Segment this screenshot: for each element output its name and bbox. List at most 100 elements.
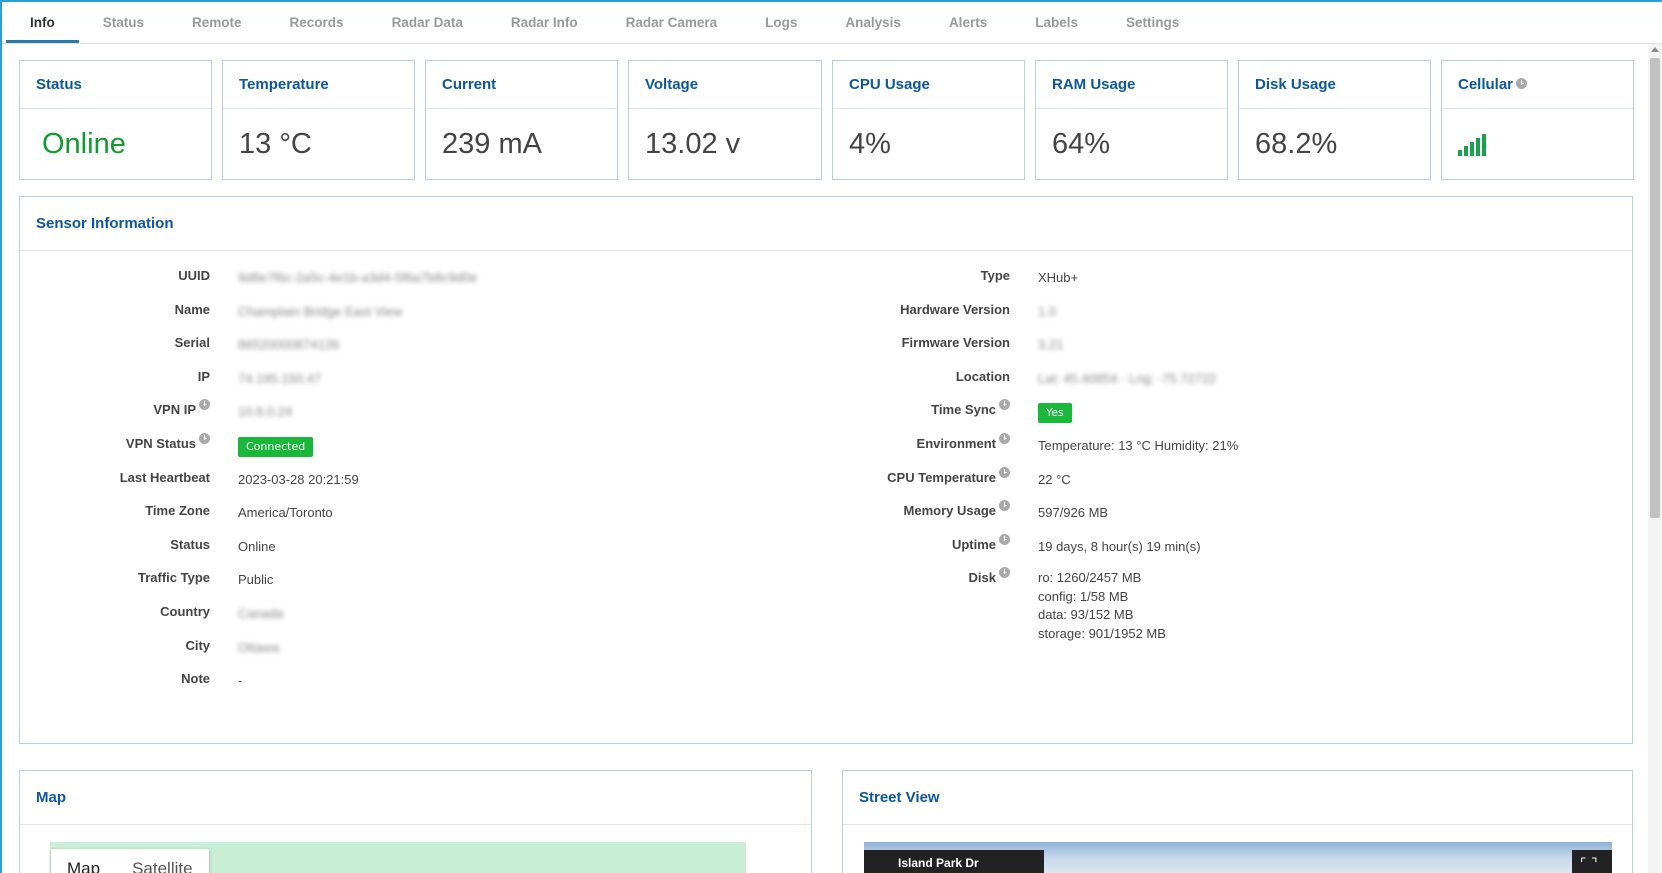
map-panel: Map Map Satellite [19, 770, 812, 873]
sensor-value: 10.8.0.24 [238, 404, 293, 420]
tab-records[interactable]: Records [266, 2, 368, 43]
sensor-row-note: Note - [20, 670, 760, 704]
sensor-row-uuid: UUID 9d8e7f6c-2a5c-4e1b-a3d4-5f6a7b8c9d0e [20, 267, 760, 301]
sensor-value: - [238, 673, 243, 689]
tab-analysis[interactable]: Analysis [821, 2, 925, 43]
sensor-value-wrap: 86520000874139 [238, 334, 339, 354]
sensor-label-wrap: Time Zone [20, 502, 210, 520]
disk-usage-list: ro: 1260/2457 MB config: 1/58 MB data: 93/… [1038, 569, 1166, 643]
sensor-row-ip: IP 74.195.150.47 [20, 368, 760, 402]
sensor-value: 19 days, 8 hour(s) 19 min(s) [1038, 538, 1201, 554]
sensor-row-city: City Ottawa [20, 637, 760, 671]
sensor-row-disk: Disk ro: 1260/2457 MB config: 1/58 MB data:… [820, 567, 1620, 643]
info-icon[interactable] [999, 466, 1010, 478]
card-status-title: Status [20, 61, 211, 109]
card-ram-usage-title: RAM Usage [1036, 61, 1227, 109]
fullscreen-icon[interactable] [1572, 850, 1612, 873]
sensor-value-wrap: Lat: 45.40854 - Lng: -75.72722 [1038, 368, 1217, 388]
scroll-up-arrow[interactable] [1651, 47, 1659, 52]
signal-bar [1464, 146, 1468, 156]
disk-usage-line: ro: 1260/2457 MB [1038, 570, 1142, 586]
card-temperature-title: Temperature [223, 61, 414, 109]
sensor-label: Uptime [951, 536, 996, 552]
sensor-value-wrap: 2023-03-28 20:21:59 [238, 469, 359, 489]
sensor-label-wrap: City [20, 637, 210, 655]
sensor-value: Canada [238, 605, 284, 621]
tab-status[interactable]: Status [79, 2, 168, 43]
sensor-row-country: Country Canada [20, 603, 760, 637]
sensor-value: 9d8e7f6c-2a5c-4e1b-a3d4-5f6a7b8c9d0e [238, 270, 478, 285]
sensor-label-wrap: Disk [820, 567, 1010, 587]
sensor-value: 74.195.150.47 [238, 370, 322, 386]
tab-radar-data[interactable]: Radar Data [368, 2, 487, 43]
sensor-value-wrap: Ottawa [238, 637, 279, 657]
sensor-row-uptime: Uptime 19 days, 8 hour(s) 19 min(s) [820, 533, 1620, 570]
card-cpu-usage: CPU Usage 4% [832, 60, 1025, 180]
sensor-label-wrap: VPN IP [20, 399, 210, 419]
tab-info[interactable]: Info [6, 2, 79, 43]
sensor-information-panel: Sensor Information UUID 9d8e7f6c-2a5c-4e1… [19, 196, 1633, 744]
tab-logs[interactable]: Logs [741, 2, 821, 43]
sensor-value-wrap: 19 days, 8 hour(s) 19 min(s) [1038, 536, 1201, 556]
card-cellular-value [1442, 109, 1633, 179]
disk-usage-line: config: 1/58 MB [1038, 588, 1129, 604]
sensor-value: 3.21 [1038, 337, 1064, 353]
card-voltage-title: Voltage [629, 61, 821, 109]
scrollbar-thumb[interactable] [1650, 58, 1660, 518]
map-button[interactable]: Map [51, 849, 116, 873]
info-icon[interactable] [199, 399, 210, 411]
sensor-label: Serial [174, 335, 210, 351]
street-view-title: Street View [843, 771, 1632, 825]
info-icon[interactable] [199, 432, 210, 444]
tab-radar-info[interactable]: Radar Info [487, 2, 602, 43]
tab-remote[interactable]: Remote [168, 2, 266, 43]
sensor-value: Online [238, 538, 276, 554]
sensor-label-wrap: UUID [20, 267, 210, 285]
signal-bar [1482, 134, 1486, 156]
info-icon[interactable] [999, 500, 1010, 512]
info-icon[interactable] [1516, 78, 1528, 89]
sensor-label: Last Heartbeat [119, 469, 210, 485]
card-voltage: Voltage 13.02 v [628, 60, 822, 180]
sensor-value: XHub+ [1038, 270, 1079, 285]
sensor-value-wrap: Yes [1038, 401, 1072, 424]
sensor-value-wrap: America/Toronto [238, 502, 333, 522]
info-icon[interactable] [999, 567, 1010, 579]
sensor-label-wrap: Environment [820, 432, 1010, 453]
card-ram-usage-value: 64% [1052, 127, 1111, 160]
signal-bar [1476, 138, 1480, 156]
sensor-value-wrap: XHub+ [1038, 267, 1078, 287]
info-icon[interactable] [999, 533, 1010, 545]
sensor-info-right-column: Type XHub+ Hardware Version 1.0 Firmware Ver… [820, 267, 1620, 643]
sensor-value-wrap: 10.8.0.24 [238, 401, 292, 421]
disk-usage-line: data: 93/152 MB [1038, 607, 1134, 623]
sensor-row-last-heartbeat: Last Heartbeat 2023-03-28 20:21:59 [20, 469, 760, 503]
card-voltage-value: 13.02 v [645, 127, 741, 160]
sensor-label-wrap: Type [820, 267, 1010, 285]
sensor-label: Memory Usage [903, 503, 996, 519]
sensor-label: City [185, 637, 210, 653]
card-cpu-usage-title: CPU Usage [833, 61, 1024, 109]
tab-labels[interactable]: Labels [1011, 2, 1102, 43]
sensor-value-wrap: - [238, 670, 242, 690]
sensor-label: VPN IP [153, 402, 196, 418]
sensor-label: Hardware Version [900, 301, 1010, 317]
sensor-value: America/Toronto [238, 505, 333, 521]
tab-bar: Info Status Remote Records Radar Data Radar I… [2, 2, 1662, 44]
sensor-label: VPN Status [125, 435, 196, 451]
sensor-label-wrap: CPU Temperature [820, 466, 1010, 487]
sensor-row-vpn-ip: VPN IP 10.8.0.24 [20, 399, 760, 435]
info-icon[interactable] [999, 399, 1010, 411]
info-icon[interactable] [999, 432, 1010, 444]
sensor-label-wrap: Name [20, 301, 210, 319]
sensor-row-serial: Serial 86520000874139 [20, 334, 760, 368]
tab-radar-camera[interactable]: Radar Camera [602, 2, 742, 43]
sensor-value-wrap: Connected [238, 435, 314, 457]
tab-alerts[interactable]: Alerts [925, 2, 1011, 43]
street-view-panel: Street View Island Park Dr [842, 770, 1633, 873]
tab-settings[interactable]: Settings [1102, 2, 1203, 43]
sensor-value: Temperature: 13 °C Humidity: 21% [1038, 437, 1239, 453]
card-cellular-header: Cellular [1442, 61, 1633, 109]
satellite-button[interactable]: Satellite [116, 849, 208, 873]
sensor-value-wrap: 9d8e7f6c-2a5c-4e1b-a3d4-5f6a7b8c9d0e [238, 267, 477, 287]
